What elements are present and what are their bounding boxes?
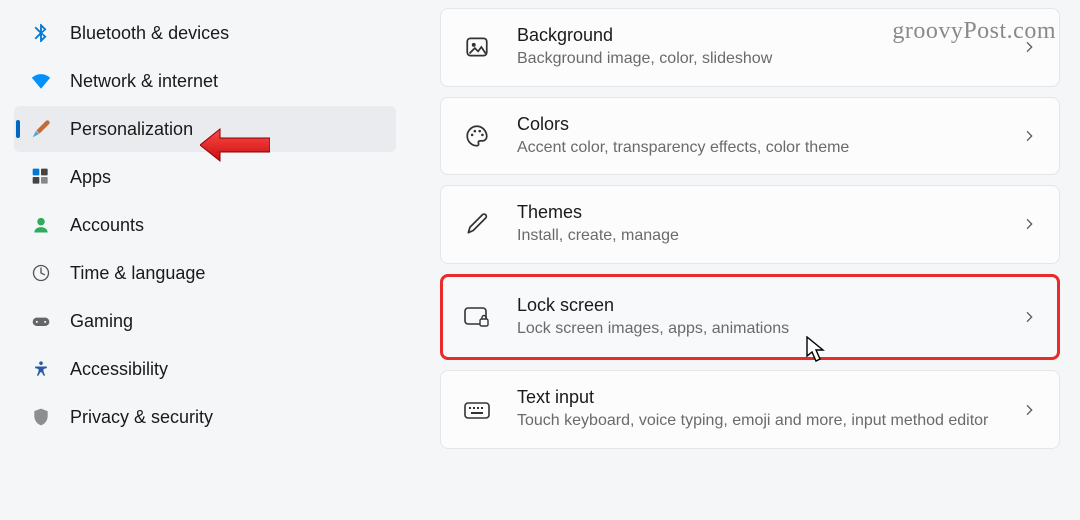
card-description: Background image, color, slideshow <box>517 48 995 70</box>
card-text: Lock screen Lock screen images, apps, an… <box>517 295 995 340</box>
shield-icon <box>30 406 52 428</box>
card-description: Install, create, manage <box>517 225 995 247</box>
chevron-right-icon <box>1021 402 1037 418</box>
lock-screen-icon <box>463 303 491 331</box>
card-colors[interactable]: Colors Accent color, transparency effect… <box>440 97 1060 176</box>
pen-icon <box>463 210 491 238</box>
sidebar-item-personalization[interactable]: Personalization <box>14 106 396 152</box>
card-title: Text input <box>517 387 995 408</box>
settings-sidebar: Bluetooth & devices Network & internet P… <box>0 0 410 520</box>
card-text-input[interactable]: Text input Touch keyboard, voice typing,… <box>440 370 1060 449</box>
picture-icon <box>463 33 491 61</box>
card-themes[interactable]: Themes Install, create, manage <box>440 185 1060 264</box>
sidebar-item-network[interactable]: Network & internet <box>14 58 396 104</box>
sidebar-item-time-language[interactable]: Time & language <box>14 250 396 296</box>
sidebar-item-label: Time & language <box>70 263 205 284</box>
card-lock-screen[interactable]: Lock screen Lock screen images, apps, an… <box>440 274 1060 361</box>
palette-icon <box>463 122 491 150</box>
sidebar-item-label: Privacy & security <box>70 407 213 428</box>
card-description: Lock screen images, apps, animations <box>517 318 995 340</box>
sidebar-item-bluetooth[interactable]: Bluetooth & devices <box>14 10 396 56</box>
card-text: Colors Accent color, transparency effect… <box>517 114 995 159</box>
sidebar-item-apps[interactable]: Apps <box>14 154 396 200</box>
card-title: Colors <box>517 114 995 135</box>
card-title: Themes <box>517 202 995 223</box>
card-text: Themes Install, create, manage <box>517 202 995 247</box>
sidebar-item-label: Bluetooth & devices <box>70 23 229 44</box>
sidebar-item-label: Network & internet <box>70 71 218 92</box>
sidebar-item-gaming[interactable]: Gaming <box>14 298 396 344</box>
person-icon <box>30 214 52 236</box>
accessibility-icon <box>30 358 52 380</box>
chevron-right-icon <box>1021 216 1037 232</box>
sidebar-item-label: Personalization <box>70 119 193 140</box>
card-title: Lock screen <box>517 295 995 316</box>
gamepad-icon <box>30 310 52 332</box>
keyboard-icon <box>463 396 491 424</box>
sidebar-item-accessibility[interactable]: Accessibility <box>14 346 396 392</box>
wifi-icon <box>30 70 52 92</box>
watermark: groovyPost.com <box>892 18 1056 45</box>
clock-globe-icon <box>30 262 52 284</box>
sidebar-item-accounts[interactable]: Accounts <box>14 202 396 248</box>
card-description: Touch keyboard, voice typing, emoji and … <box>517 410 995 432</box>
sidebar-item-label: Gaming <box>70 311 133 332</box>
bluetooth-icon <box>30 22 52 44</box>
sidebar-item-label: Apps <box>70 167 111 188</box>
personalization-panel: Background Background image, color, slid… <box>410 0 1080 520</box>
apps-icon <box>30 166 52 188</box>
sidebar-item-privacy[interactable]: Privacy & security <box>14 394 396 440</box>
sidebar-item-label: Accounts <box>70 215 144 236</box>
chevron-right-icon <box>1021 128 1037 144</box>
chevron-right-icon <box>1021 309 1037 325</box>
card-description: Accent color, transparency effects, colo… <box>517 137 995 159</box>
card-text: Text input Touch keyboard, voice typing,… <box>517 387 995 432</box>
sidebar-item-label: Accessibility <box>70 359 168 380</box>
paintbrush-icon <box>30 118 52 140</box>
